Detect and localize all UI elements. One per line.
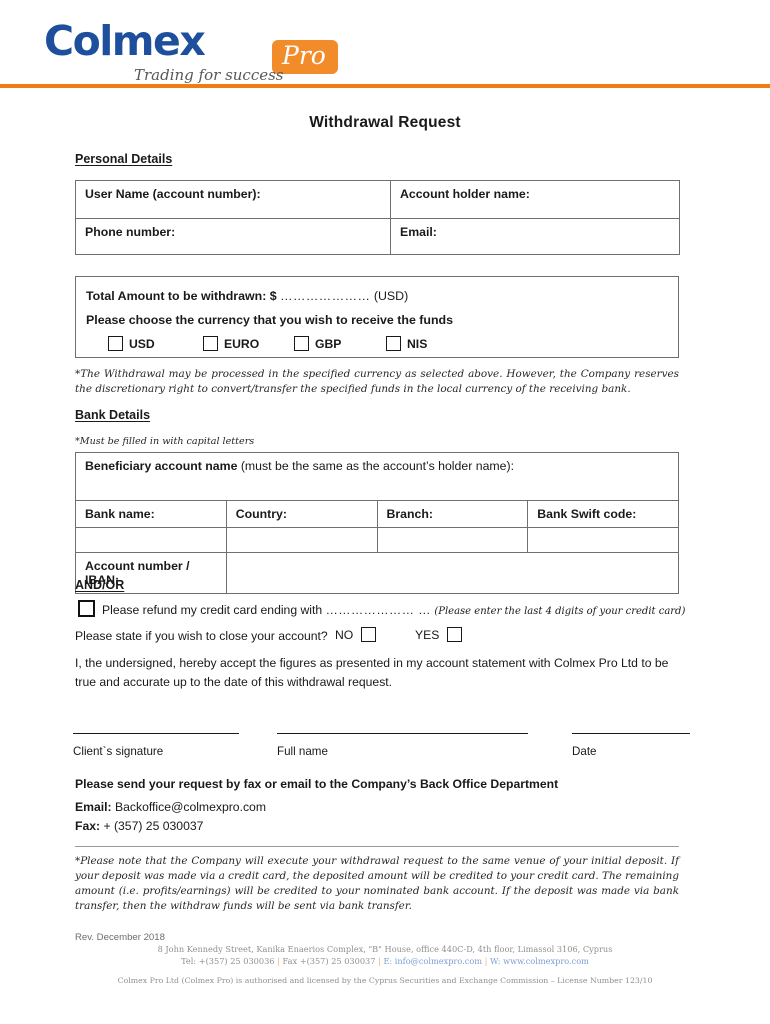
input-country[interactable] (225, 527, 378, 553)
field-email-label: Email: (390, 218, 680, 255)
footer-fax: Fax +(357) 25 030037 (282, 956, 376, 966)
table-row (75, 527, 679, 553)
col-bank-name: Bank name: (75, 500, 227, 528)
field-phone-label: Phone number: (75, 218, 391, 255)
currency-label-usd: USD (129, 337, 155, 351)
close-yes-label: YES (415, 628, 440, 642)
table-row: Bank name: Country: Branch: Bank Swift c… (75, 500, 679, 528)
close-account-question: Please state if you wish to close your a… (75, 629, 328, 643)
footer-website[interactable]: W: www.colmexpro.com (490, 956, 589, 966)
footer-address: 8 John Kennedy Street, Kanika Enaerios C… (157, 944, 613, 954)
amount-currency-note: (USD) (373, 289, 409, 303)
input-bank-name[interactable] (75, 527, 227, 553)
currency-label-euro: EURO (224, 337, 260, 351)
amount-fill-dots[interactable]: ………………… (280, 289, 370, 303)
credit-card-hint: (Please enter the last 4 digits of your … (434, 606, 686, 617)
beneficiary-account-name-cell: Beneficiary account name (must be the sa… (75, 452, 679, 501)
total-amount-label: Total Amount to be withdrawn: $ (86, 289, 277, 303)
header-divider (0, 84, 770, 88)
checkbox-credit-card-refund[interactable] (78, 600, 95, 617)
signature-label-client: Client`s signature (73, 745, 164, 758)
signature-line-date[interactable] (572, 733, 690, 734)
logo-tagline: Trading for success (134, 66, 284, 84)
field-account-holder-label: Account holder name: (390, 180, 680, 219)
input-account-iban[interactable] (225, 552, 680, 594)
table-row: Beneficiary account name (must be the sa… (75, 452, 679, 501)
credit-card-digits-dots[interactable]: ………………… … (326, 603, 431, 617)
currency-option-gbp[interactable]: GBP (294, 335, 341, 355)
contact-fax-value: + (357) 25 030037 (103, 819, 204, 833)
andor-heading: AND/OR (75, 578, 125, 592)
currency-option-nis[interactable]: NIS (386, 335, 427, 355)
bank-details-heading: Bank Details (75, 408, 151, 422)
capital-letters-note: *Must be filled in with capital letters (75, 436, 255, 447)
checkbox-close-no[interactable] (361, 627, 377, 642)
signature-label-fullname: Full name (277, 745, 328, 758)
input-branch[interactable] (376, 527, 529, 553)
table-row: Phone number: Email: (75, 218, 680, 255)
contact-email-row: Email: Backoffice@colmexpro.com (75, 800, 266, 814)
colmex-pro-logo: Colmex Pro Trading for success (44, 17, 364, 84)
currency-label-gbp: GBP (315, 337, 342, 351)
input-swift-code[interactable] (527, 527, 679, 553)
close-account-option-yes[interactable]: YES (415, 627, 463, 642)
signature-line-fullname[interactable] (277, 733, 528, 734)
footer-license-text: Colmex Pro Ltd (Colmex Pro) is authorise… (117, 976, 653, 985)
field-username-label: User Name (account number): (75, 180, 391, 219)
credit-card-refund-row: Please refund my credit card ending with… (75, 600, 685, 622)
col-swift-code: Bank Swift code: (527, 500, 679, 528)
close-account-row: Please state if you wish to close your a… (75, 626, 679, 648)
currency-options-row: USD EURO GBP NIS (76, 335, 680, 357)
currency-choice-label: Please choose the currency that you wish… (86, 313, 454, 327)
close-no-label: NO (335, 628, 354, 642)
total-amount-row: Total Amount to be withdrawn: $ ………………… … (86, 289, 408, 303)
credit-card-refund-text: Please refund my credit card ending with… (102, 603, 685, 617)
page-title: Withdrawal Request (309, 114, 461, 131)
page-header: Colmex Pro Trading for success (0, 0, 770, 88)
footer-divider (75, 846, 679, 847)
signature-label-date: Date (572, 745, 597, 758)
amount-currency-box: Total Amount to be withdrawn: $ ………………… … (75, 276, 679, 358)
checkbox-usd[interactable] (108, 336, 123, 351)
currency-option-usd[interactable]: USD (108, 335, 155, 355)
send-request-instruction: Please send your request by fax or email… (75, 777, 559, 791)
undersigned-statement: I, the undersigned, hereby accept the fi… (75, 656, 669, 689)
credit-card-refund-label: Please refund my credit card ending with (102, 603, 323, 617)
revision-date: Rev. December 2018 (75, 932, 165, 943)
checkbox-close-yes[interactable] (447, 627, 463, 642)
logo-wordmark: Colmex (44, 17, 206, 65)
checkbox-euro[interactable] (203, 336, 218, 351)
footer-tel: Tel: +(357) 25 030036 (181, 956, 275, 966)
contact-fax-label: Fax: (75, 819, 101, 833)
currency-label-nis: NIS (407, 337, 428, 351)
table-row: Account number / IBAN: (75, 552, 680, 594)
bank-details-table: Beneficiary account name (must be the sa… (75, 452, 680, 594)
beneficiary-label: Beneficiary account name (85, 459, 238, 473)
personal-details-heading: Personal Details (75, 152, 173, 166)
personal-details-table: User Name (account number): Account hold… (75, 180, 680, 255)
checkbox-gbp[interactable] (294, 336, 309, 351)
close-account-option-no[interactable]: NO (335, 627, 377, 642)
footer-email[interactable]: E: info@colmexpro.com (383, 956, 482, 966)
footer-contact-row: Tel: +(357) 25 030036 | Fax +(357) 25 03… (0, 956, 770, 966)
contact-fax-row: Fax: + (357) 25 030037 (75, 819, 203, 833)
contact-email-value[interactable]: Backoffice@colmexpro.com (115, 800, 266, 814)
col-country: Country: (225, 500, 378, 528)
currency-option-euro[interactable]: EURO (203, 335, 259, 355)
table-row: User Name (account number): Account hold… (75, 180, 680, 219)
withdrawal-currency-disclaimer: *The Withdrawal may be processed in the … (75, 368, 679, 395)
contact-email-label: Email: (75, 800, 112, 814)
final-note-text: *Please note that the Company will execu… (75, 855, 679, 912)
col-branch: Branch: (376, 500, 529, 528)
signature-line-client[interactable] (73, 733, 239, 734)
beneficiary-hint: (must be the same as the account’s holde… (237, 459, 515, 473)
checkbox-nis[interactable] (386, 336, 401, 351)
